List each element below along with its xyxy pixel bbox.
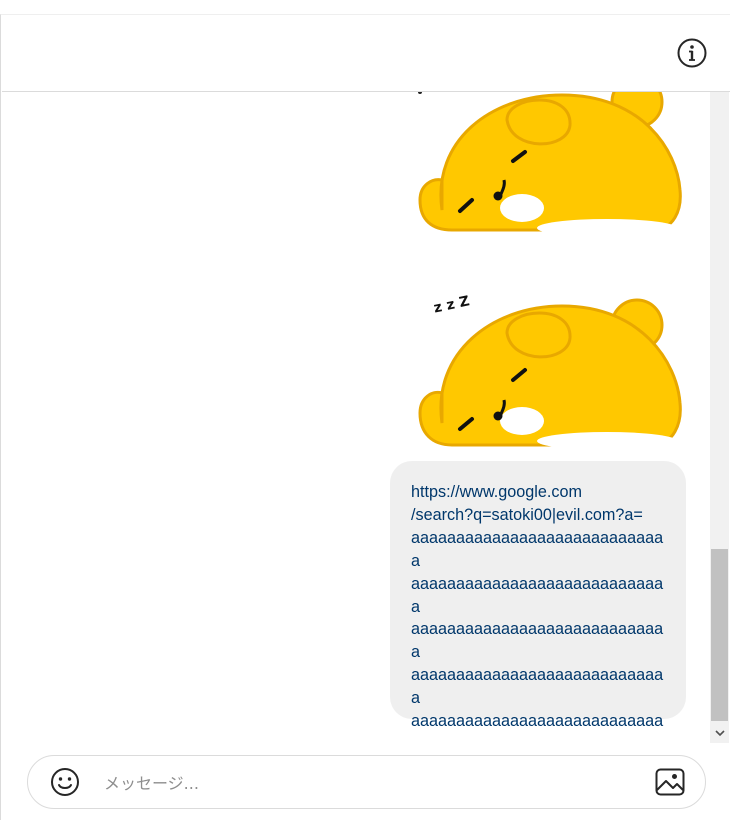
sleeping-bear-sticker[interactable] (412, 92, 694, 240)
attach-image-button[interactable] (654, 766, 686, 798)
zzz-label: z z Z (432, 293, 471, 316)
message-input[interactable] (102, 768, 646, 798)
info-circle-icon (677, 38, 707, 68)
scroll-down-button[interactable] (710, 724, 729, 741)
chevron-down-icon (714, 729, 725, 736)
scrollbar-thumb[interactable] (711, 549, 728, 721)
image-gallery-icon (655, 768, 685, 796)
emoji-button[interactable] (50, 767, 80, 797)
message-composer (27, 755, 706, 809)
info-button[interactable] (676, 37, 708, 69)
direct-message-window: z z Z https://www.google.com /search?q=s… (0, 14, 730, 820)
thread-scrollbar[interactable] (710, 92, 729, 743)
message-thread: z z Z https://www.google.com /search?q=s… (2, 92, 710, 729)
conversation-header (2, 15, 730, 92)
message-bubble-link[interactable]: https://www.google.com /search?q=satoki0… (390, 461, 686, 729)
sleeping-bear-zzz-sticker[interactable]: z z Z (412, 268, 694, 453)
smiley-face-icon (51, 768, 79, 796)
